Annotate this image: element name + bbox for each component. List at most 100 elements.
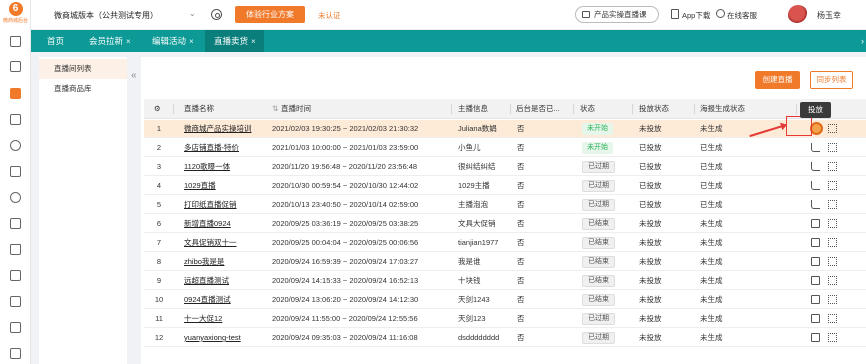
poster-status: 已生成 (700, 162, 723, 171)
collapse-sidebar-icon[interactable]: « (131, 70, 137, 81)
put-status: 未投放 (639, 238, 662, 247)
row-number: 5 (156, 200, 162, 209)
close-icon[interactable]: × (251, 37, 256, 46)
rail-goods[interactable] (0, 214, 31, 232)
table-row[interactable]: 12 yuanyaxiong-test 2020/09/24 09:35:03 ~ … (144, 329, 866, 347)
qrcode-icon[interactable] (828, 200, 837, 209)
qrcode-icon[interactable] (828, 143, 837, 152)
tab-home[interactable]: 首页 (47, 30, 64, 52)
qrcode-icon[interactable] (828, 333, 837, 342)
trial-solution-button[interactable]: 体验行业方案 (235, 6, 305, 23)
table-row[interactable]: 5 打印纸直播促销 2020/10/13 23:40:50 ~ 2020/10/14… (144, 196, 866, 214)
rail-distribution[interactable] (0, 188, 31, 206)
rail-data[interactable] (0, 266, 31, 284)
avatar[interactable] (788, 5, 808, 25)
rail-marketing[interactable] (0, 84, 31, 102)
rail-orders[interactable] (0, 110, 31, 128)
close-icon[interactable]: × (126, 37, 131, 46)
table-row[interactable]: 4 1029直播 2020/10/30 00:59:54 ~ 2020/10/30 … (144, 177, 866, 195)
close-icon[interactable]: × (189, 37, 194, 46)
table-row[interactable]: 6 新增直播0924 2020/09/25 03:36:19 ~ 2020/09/2… (144, 215, 866, 233)
table-row[interactable]: 7 文具促销双十一 2020/09/25 00:04:04 ~ 2020/09/25… (144, 234, 866, 252)
table-row[interactable]: 1 微商城产品实操培训 2021/02/03 19:30:25 ~ 2021/02/… (144, 120, 866, 138)
live-name-link[interactable]: 远超直播测试 (184, 272, 274, 290)
th-anchor: 主播信息 (458, 104, 488, 113)
status-badge: 已过期 (582, 180, 615, 192)
status-badge: 未开始 (582, 123, 613, 135)
qrcode-icon[interactable] (828, 181, 837, 190)
rail-finance[interactable] (0, 162, 31, 180)
qrcode-icon[interactable] (828, 257, 837, 266)
anchor-info: 十块钱 (458, 276, 481, 285)
share-icon[interactable] (811, 314, 820, 323)
th-time[interactable]: 直播时间 (281, 99, 361, 119)
table-row[interactable]: 3 1120歌曝一体 2020/11/20 19:56:48 ~ 2020/11/2… (144, 158, 866, 176)
table-row[interactable]: 8 zhibo我是是 2020/09/24 16:59:39 ~ 2020/09/2… (144, 253, 866, 271)
annotation-highlight-box (786, 116, 812, 136)
share-icon[interactable] (811, 295, 820, 304)
table-row[interactable]: 2 多店铺直播-特价 2021/01/03 10:00:00 ~ 2021/01/0… (144, 139, 866, 157)
table-row[interactable]: 9 远超直播测试 2020/09/24 14:15:33 ~ 2020/09/24 … (144, 272, 866, 290)
qrcode-icon[interactable] (828, 162, 837, 171)
tab-live-selling[interactable]: 直播卖货 × (205, 30, 264, 52)
poster-status: 未生成 (700, 333, 723, 342)
unverified-link[interactable]: 未认证 (318, 10, 341, 21)
live-name-link[interactable]: 文具促销双十一 (184, 234, 274, 252)
share-icon[interactable] (811, 257, 820, 266)
table-row[interactable]: 10 0924直播测试 2020/09/24 13:06:20 ~ 2020/09/… (144, 291, 866, 309)
subnav-live-rooms[interactable]: 直播间列表 (39, 59, 127, 79)
share-icon[interactable] (811, 219, 820, 228)
rail-shop[interactable] (0, 240, 31, 258)
create-live-button[interactable]: 创建直播 (755, 71, 800, 89)
rail-home[interactable] (0, 32, 31, 50)
live-name-link[interactable]: 1029直播 (184, 177, 274, 195)
live-name-link[interactable]: 新增直播0924 (184, 215, 274, 233)
rail-box[interactable] (0, 318, 31, 336)
table-row[interactable]: 11 十一大促12 2020/09/24 11:55:00 ~ 2020/09/24… (144, 310, 866, 328)
tabs-scroll-arrow-icon[interactable]: › (861, 30, 864, 52)
rail-store[interactable] (0, 57, 31, 75)
live-name-link[interactable]: 0924直播测试 (184, 291, 274, 309)
share-icon[interactable] (811, 276, 820, 285)
qrcode-icon[interactable] (828, 219, 837, 228)
column-settings-icon[interactable]: ⚙ (154, 99, 166, 119)
live-name-link[interactable]: yuanyaxiong-test (184, 329, 274, 347)
username[interactable]: 杨玉幸 (817, 10, 841, 21)
qrcode-icon[interactable] (828, 314, 837, 323)
sync-list-button[interactable]: 同步列表 (810, 71, 853, 89)
brand-logo[interactable]: 6 微商城后台 (3, 2, 28, 28)
rail-members[interactable] (0, 136, 31, 154)
member-icon (10, 139, 21, 151)
gear-icon[interactable] (211, 9, 222, 20)
qrcode-icon[interactable] (828, 276, 837, 285)
live-name-link[interactable]: 多店铺直播-特价 (184, 139, 274, 157)
store-selector[interactable]: 微商城版本（公共测试专用） (54, 10, 158, 21)
undo-put-icon[interactable] (811, 200, 820, 209)
share-icon[interactable] (811, 238, 820, 247)
demo-live-button[interactable]: 产品实操直播课 (575, 6, 659, 23)
live-name-link[interactable]: 十一大促12 (184, 310, 274, 328)
chevron-down-icon[interactable]: ⌄ (189, 9, 196, 18)
live-name-link[interactable]: 1120歌曝一体 (184, 158, 274, 176)
rail-settings[interactable] (0, 344, 31, 362)
undo-put-icon[interactable] (811, 162, 820, 171)
undo-put-icon[interactable] (811, 181, 820, 190)
status-badge: 已结束 (582, 256, 615, 268)
online-service-link[interactable]: 在线客服 (716, 9, 757, 21)
order-icon (10, 113, 21, 125)
share-icon[interactable] (811, 333, 820, 342)
app-download-link[interactable]: App下载 (671, 9, 710, 21)
live-name-link[interactable]: zhibo我是是 (184, 253, 274, 271)
qrcode-icon[interactable] (828, 124, 837, 133)
tab-member-acquire[interactable]: 会员拉新 × (89, 30, 131, 52)
live-name-link[interactable]: 微商城产品实操培训 (184, 120, 274, 138)
qrcode-icon[interactable] (828, 238, 837, 247)
rail-report[interactable] (0, 292, 31, 310)
qrcode-icon[interactable] (828, 295, 837, 304)
undo-put-icon[interactable] (811, 143, 820, 152)
subnav-live-goods[interactable]: 直播商品库 (39, 79, 127, 99)
anchor-info: Juliana数娟 (458, 124, 497, 133)
live-name-link[interactable]: 打印纸直播促销 (184, 196, 274, 214)
tab-edit-activity[interactable]: 编辑活动 × (152, 30, 194, 52)
tab-home-label: 首页 (47, 36, 65, 46)
